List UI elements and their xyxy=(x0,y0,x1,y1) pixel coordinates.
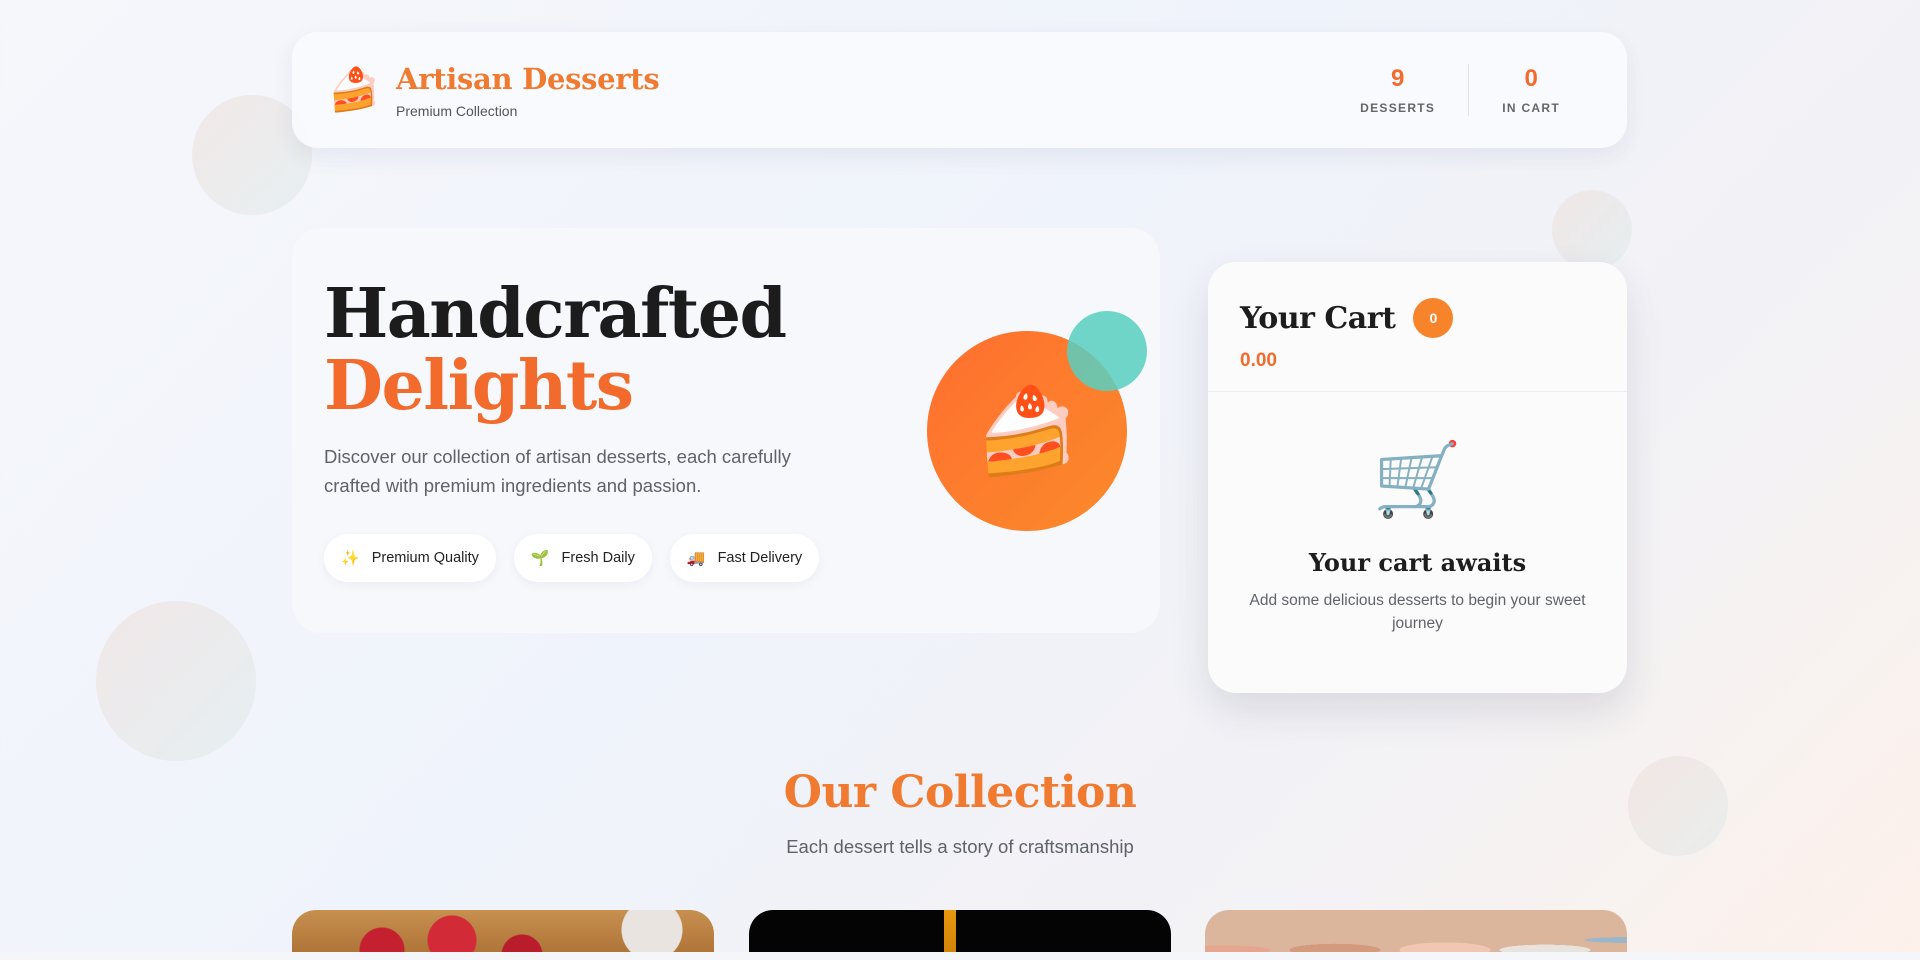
cart-total: 0.00 xyxy=(1240,350,1277,371)
brand[interactable]: Artisan Desserts Premium Collection xyxy=(396,62,660,119)
hero-description: Discover our collection of artisan desse… xyxy=(324,446,791,496)
decor-bubble xyxy=(1552,190,1632,270)
shopping-cart-icon: 🛒 xyxy=(1372,440,1463,520)
decor-teal-dot xyxy=(1067,311,1147,391)
hero-title-line1: Handcrafted xyxy=(324,274,787,354)
cart-empty-title: Your cart awaits xyxy=(1308,548,1527,577)
brand-title[interactable]: Artisan Desserts xyxy=(396,62,660,96)
stat-desserts-value: 9 xyxy=(1391,65,1405,92)
cart-title: Your Cart xyxy=(1240,300,1396,336)
hero-title-line2: Delights xyxy=(324,346,634,426)
cart-title-row: Your Cart 0 xyxy=(1240,298,1595,338)
stat-in-cart-value: 0 xyxy=(1524,65,1538,92)
stat-desserts-label: DESSERTS xyxy=(1360,101,1436,115)
stat-in-cart[interactable]: 0 IN CART xyxy=(1469,65,1593,115)
site-header: 🍰 Artisan Desserts Premium Collection 9 … xyxy=(292,32,1627,148)
cart-empty-state: 🛒 Your cart awaits Add some delicious de… xyxy=(1208,392,1627,635)
stat-desserts: 9 DESSERTS xyxy=(1327,65,1468,115)
page-bottom-strip xyxy=(0,952,1920,960)
cake-icon[interactable]: 🍰 xyxy=(328,66,380,115)
stat-in-cart-label: IN CART xyxy=(1502,101,1560,115)
feature-pill-premium-quality: ✨ Premium Quality xyxy=(324,534,496,582)
collection-title: Our Collection xyxy=(783,767,1137,818)
feature-pills: ✨ Premium Quality 🌱 Fresh Daily 🚚 Fast D… xyxy=(324,534,820,582)
feature-label: Fast Delivery xyxy=(717,550,803,566)
feature-pill-fast-delivery: 🚚 Fast Delivery xyxy=(669,534,820,582)
cart-count-badge: 0 xyxy=(1413,298,1454,338)
collection-subtitle: Each dessert tells a story of craftsmans… xyxy=(786,836,1134,857)
feature-label: Fresh Daily xyxy=(561,550,635,566)
truck-icon: 🚚 xyxy=(686,550,706,567)
hero-title: Handcrafted Delights xyxy=(324,278,787,426)
feature-pill-fresh-daily: 🌱 Fresh Daily xyxy=(513,534,652,582)
cart-header: Your Cart 0 0.00 xyxy=(1208,262,1627,392)
cart-panel: Your Cart 0 0.00 🛒 Your cart awaits Add … xyxy=(1208,262,1627,693)
sparkles-icon: ✨ xyxy=(341,550,360,567)
brand-subtitle: Premium Collection xyxy=(396,102,518,119)
decor-bubble xyxy=(96,601,256,761)
seedling-icon: 🌱 xyxy=(530,550,550,567)
header-stats: 9 DESSERTS 0 IN CART xyxy=(1327,64,1593,116)
cart-empty-text: Add some delicious desserts to begin you… xyxy=(1249,592,1586,632)
hero-section: Handcrafted Delights Discover our collec… xyxy=(292,228,1160,633)
feature-label: Premium Quality xyxy=(371,550,479,566)
cake-icon: 🍰 xyxy=(974,383,1080,478)
